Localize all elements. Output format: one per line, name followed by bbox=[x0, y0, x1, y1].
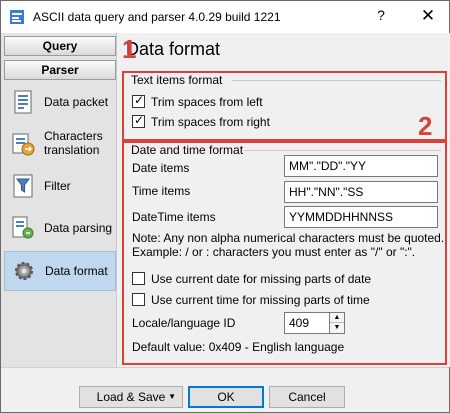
trim-right-checkbox[interactable] bbox=[132, 113, 145, 128]
page-title: Data format bbox=[126, 39, 221, 59]
trim-left-checkbox[interactable] bbox=[132, 93, 145, 108]
sidebar-item-data-packet[interactable]: Data packet bbox=[4, 83, 116, 123]
dialog-window: ASCII data query and parser 4.0.29 build… bbox=[0, 0, 450, 413]
annotation-marker-1: 1 bbox=[122, 34, 137, 64]
datetime-items-input[interactable]: YYMMDDHHNNSS bbox=[284, 206, 438, 228]
sidebar-query-header[interactable]: Query bbox=[4, 36, 116, 56]
datetime-items-label: DateTime items bbox=[132, 210, 216, 224]
sidebar-parser-header[interactable]: Parser bbox=[4, 60, 116, 80]
app-icon bbox=[10, 10, 24, 24]
group-divider bbox=[244, 150, 441, 151]
ok-button[interactable]: OK bbox=[188, 386, 264, 408]
locale-id-input[interactable]: 409 bbox=[284, 312, 330, 334]
quoting-note-line-2: Example: / or : characters you must ente… bbox=[132, 245, 416, 259]
spin-down-icon[interactable]: ▼ bbox=[330, 323, 344, 333]
use-current-time-label: Use current time for missing parts of ti… bbox=[151, 293, 370, 307]
main-panel: Data format 1 Text items format Trim spa… bbox=[118, 33, 450, 367]
characters-translation-icon bbox=[12, 133, 35, 156]
spin-up-icon[interactable]: ▲ bbox=[330, 313, 344, 323]
sidebar: Query Parser Data packet Characters tran… bbox=[1, 33, 117, 367]
sidebar-item-label: Characters translation bbox=[44, 129, 103, 157]
load-save-button[interactable]: Load & Save ▼ bbox=[79, 386, 183, 408]
sidebar-item-label: Filter bbox=[44, 179, 71, 193]
dialog-footer: Load & Save ▼ OK Cancel bbox=[1, 367, 449, 412]
use-current-time-checkbox[interactable] bbox=[132, 293, 145, 306]
sidebar-item-filter[interactable]: Filter bbox=[4, 167, 116, 207]
text-items-group-title: Text items format bbox=[131, 73, 223, 87]
sidebar-item-data-parsing[interactable]: Data parsing bbox=[4, 209, 116, 249]
datetime-group-title: Date and time format bbox=[131, 143, 244, 157]
trim-left-label: Trim spaces from left bbox=[151, 95, 263, 109]
gear-icon bbox=[15, 262, 33, 280]
locale-id-label: Locale/language ID bbox=[132, 316, 236, 330]
close-button[interactable]: ✕ bbox=[413, 6, 443, 28]
data-packet-icon bbox=[14, 90, 32, 114]
date-items-input[interactable]: MM"."DD"."YY bbox=[284, 155, 438, 177]
locale-id-spinner[interactable]: ▲ ▼ bbox=[329, 312, 345, 334]
sidebar-item-label: Data packet bbox=[44, 95, 109, 109]
quoting-note-line-1: Note: Any non alpha numerical characters… bbox=[132, 231, 445, 245]
date-items-label: Date items bbox=[132, 161, 190, 175]
group-divider bbox=[232, 80, 441, 81]
sidebar-item-data-format[interactable]: Data format bbox=[4, 251, 116, 291]
sidebar-item-label: Data format bbox=[45, 264, 108, 278]
sidebar-item-label: Data parsing bbox=[44, 221, 113, 235]
cancel-button[interactable]: Cancel bbox=[269, 386, 345, 408]
dropdown-arrow-icon: ▼ bbox=[168, 392, 176, 401]
sidebar-item-characters-translation[interactable]: Characters translation bbox=[4, 125, 116, 165]
use-current-date-label: Use current date for missing parts of da… bbox=[151, 272, 372, 286]
annotation-marker-2: 2 bbox=[418, 111, 433, 141]
title-bar: ASCII data query and parser 4.0.29 build… bbox=[1, 1, 449, 33]
time-items-input[interactable]: HH"."NN"."SS bbox=[284, 181, 438, 203]
time-items-label: Time items bbox=[132, 184, 191, 198]
window-title: ASCII data query and parser 4.0.29 build… bbox=[33, 10, 281, 24]
load-save-label: Load & Save bbox=[96, 390, 166, 404]
use-current-date-checkbox[interactable] bbox=[132, 272, 145, 285]
help-button[interactable]: ? bbox=[369, 7, 393, 27]
filter-icon bbox=[13, 174, 33, 198]
locale-default-value-text: Default value: 0x409 - English language bbox=[132, 340, 345, 354]
data-parsing-icon bbox=[12, 216, 34, 239]
trim-right-label: Trim spaces from right bbox=[151, 115, 270, 129]
